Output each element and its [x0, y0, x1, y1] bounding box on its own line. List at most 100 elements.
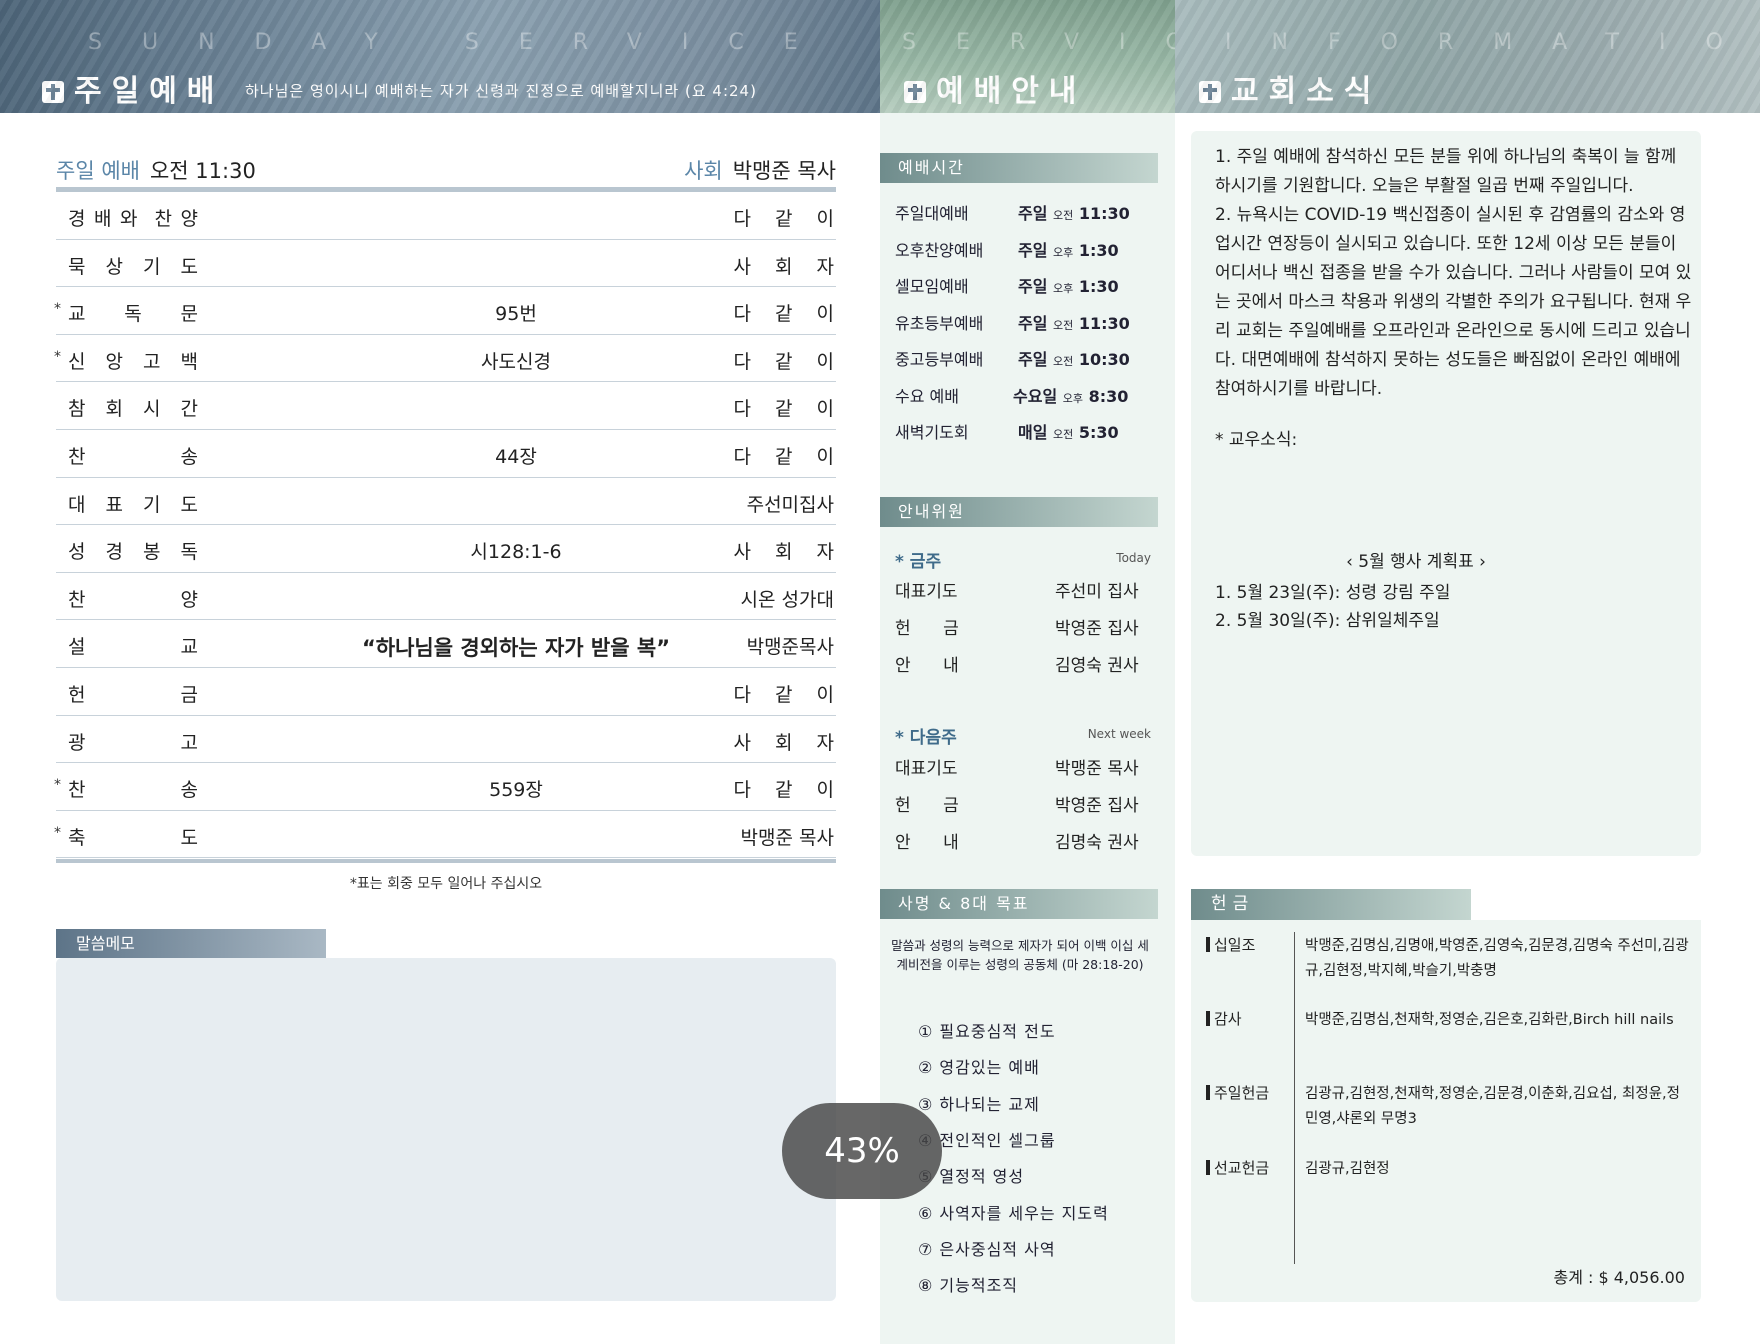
goal-item: ③ 하나되는 교제 [918, 1094, 1040, 1114]
service-name: 셀모임예배 [895, 277, 969, 296]
service-day: 매일 [1018, 423, 1048, 442]
service-row: 경배와 찬양다 같 이 [56, 192, 836, 240]
name-char: 고 [143, 350, 161, 373]
usher-name: 김영숙 권사 [1055, 656, 1139, 676]
name-char: 신 [68, 350, 86, 373]
offering-names: 김광규,김현정,천재학,정영순,김문경,이춘화,김요섭, 최정윤,정민영,샤론외… [1305, 1086, 1680, 1127]
name-char: 봉 [143, 541, 161, 564]
service-row: * 축 도 박맹준 목사 [54, 811, 836, 859]
service-row: 참회시간다 같 이 [56, 382, 836, 430]
goal-item: ① 필요중심적 전도 [918, 1022, 1056, 1041]
service-ampm: 오후 [1053, 282, 1074, 295]
service-day: 주일 [1018, 204, 1048, 223]
service-item-name: 교독문 [68, 299, 198, 326]
leader-label: 사회 [684, 159, 723, 183]
service-item-person: 다 같 이 [733, 683, 843, 706]
service-day: 주일 [1018, 240, 1048, 260]
goal-item: ⑥ 사역자를 세우는 지도력 [918, 1203, 1109, 1223]
service-item-person: 사 회 자 [733, 731, 843, 754]
service-row: 성 경 봉 독 시128:1-6 사 회 자 [56, 525, 836, 573]
mission-title: 사명 & 8대 목표 [880, 889, 1158, 919]
sermon-memo-area[interactable] [56, 958, 836, 1301]
next-week-en: Next week [1087, 727, 1151, 741]
header-banner-information: INFORMATION 교회소식 [1175, 0, 1760, 113]
standing-note: *표는 회중 모두 일어나 주십시오 [349, 876, 543, 892]
name-char: 찬 [68, 779, 86, 802]
service-day: 주일 [1018, 350, 1048, 369]
service-item-person: 시온 성가대 [740, 588, 834, 611]
service-time: 1:30 [1078, 240, 1119, 260]
service-when: 주일 오후 1:30 [1018, 273, 1119, 297]
offering-category: 주일헌금 [1206, 1082, 1269, 1103]
service-item-person: 박맹준목사 [746, 636, 834, 659]
name-char: 독 [124, 303, 142, 326]
name-char: 헌 [68, 683, 86, 706]
service-ampm: 오후 [1062, 391, 1083, 405]
name-char: 와 [120, 208, 138, 230]
service-item-detail: 95번 [495, 303, 537, 326]
service-item-name: 광고 [68, 728, 198, 755]
service-day: 주일 [1018, 277, 1048, 296]
service-time: 1:30 [1078, 277, 1119, 296]
service-item-detail: 44장 [495, 445, 537, 468]
service-ampm: 오전 [1053, 318, 1074, 332]
service-item-name: 헌금 [68, 680, 198, 707]
name-char: 찬 [68, 445, 86, 468]
name-char: 경 [105, 541, 123, 564]
banner-title: 주일예배 [42, 66, 224, 110]
name-char: 설 [68, 636, 86, 659]
service-when: 주일 오전 10:30 [1018, 346, 1130, 370]
service-name: 새벽기도회 [895, 423, 969, 442]
service-item-person: 주선미집사 [746, 493, 834, 516]
usher-role: 대표기도 [895, 582, 958, 602]
service-item-name: 신앙고백 [68, 347, 198, 374]
offering-category-label: 십일조 [1214, 936, 1256, 954]
name-char: 배 [94, 208, 112, 230]
name-char: 찬 [68, 588, 86, 611]
service-row: * 교 독 문 95번 다 같 이 [54, 287, 836, 335]
service-item-name: 경배와 찬양 [68, 204, 198, 231]
name-char: 경 [68, 208, 86, 230]
offering-category: 선교헌금 [1206, 1157, 1269, 1178]
service-row: * 신 앙 고 백 사도신경 다 같 이 [54, 335, 836, 383]
service-item-detail: “하나님을 경외하는 자가 받을 복” [361, 636, 670, 661]
banner-spaced-text: SERVICE [902, 30, 1175, 55]
service-time: 8:30 [1088, 386, 1129, 406]
offering-category-label: 주일헌금 [1214, 1084, 1270, 1102]
name-char: 간 [180, 398, 198, 421]
name-char: 금 [180, 683, 198, 706]
service-row: 설 교 “하나님을 경외하는 자가 받을 복” 박맹준목사 [56, 620, 836, 668]
service-item-detail: 사도신경 [481, 350, 551, 373]
service-name: 중고등부예배 [895, 350, 984, 369]
service-item-person: 사 회 자 [733, 541, 843, 564]
order-of-service: 경배와 찬양다 같 이묵상기도사 회 자 * 교 독 문 95번 다 같 이 * 신 앙 고 백 사도신… [54, 192, 836, 859]
name-char: 축 [68, 826, 86, 849]
service-name: 주일대예배 [895, 204, 969, 223]
header-banner-service: SERVICE 예배안내 [880, 0, 1175, 113]
usher-role: 안 내 [895, 833, 959, 853]
standing-marker: * [54, 348, 61, 365]
service-item-person: 다 같 이 [733, 303, 843, 326]
service-item-name: 찬송 [68, 442, 198, 469]
service-name: 수요 예배 [895, 386, 959, 406]
usher-role: 헌 금 [895, 796, 959, 816]
name-char: 송 [180, 779, 198, 802]
service-ampm: 오전 [1053, 355, 1074, 368]
usher-role: 대표기도 [895, 759, 958, 779]
service-name: 오후찬양예배 [895, 240, 984, 260]
service-row: 광고사 회 자 [56, 716, 836, 764]
service-leader: 사회 박맹준 목사 [684, 155, 836, 185]
service-when: 수요일 오후 8:30 [1013, 383, 1128, 407]
name-char: 기 [143, 493, 161, 516]
leader-name: 박맹준 목사 [732, 159, 836, 183]
name-char: 묵 [68, 255, 86, 278]
this-week-label: * 금주 Today [895, 547, 1151, 572]
offering-category-label: 감사 [1214, 1010, 1242, 1028]
memo-title: 말씀메모 [56, 929, 326, 958]
name-char: 고 [180, 731, 198, 754]
service-when: 주일 오후 1:30 [1018, 237, 1119, 261]
this-week-text: * 금주 [895, 552, 942, 572]
usher-name: 박영준 집사 [1055, 619, 1139, 639]
service-day: 주일 [1018, 313, 1048, 333]
service-ampm: 오후 [1053, 245, 1074, 259]
